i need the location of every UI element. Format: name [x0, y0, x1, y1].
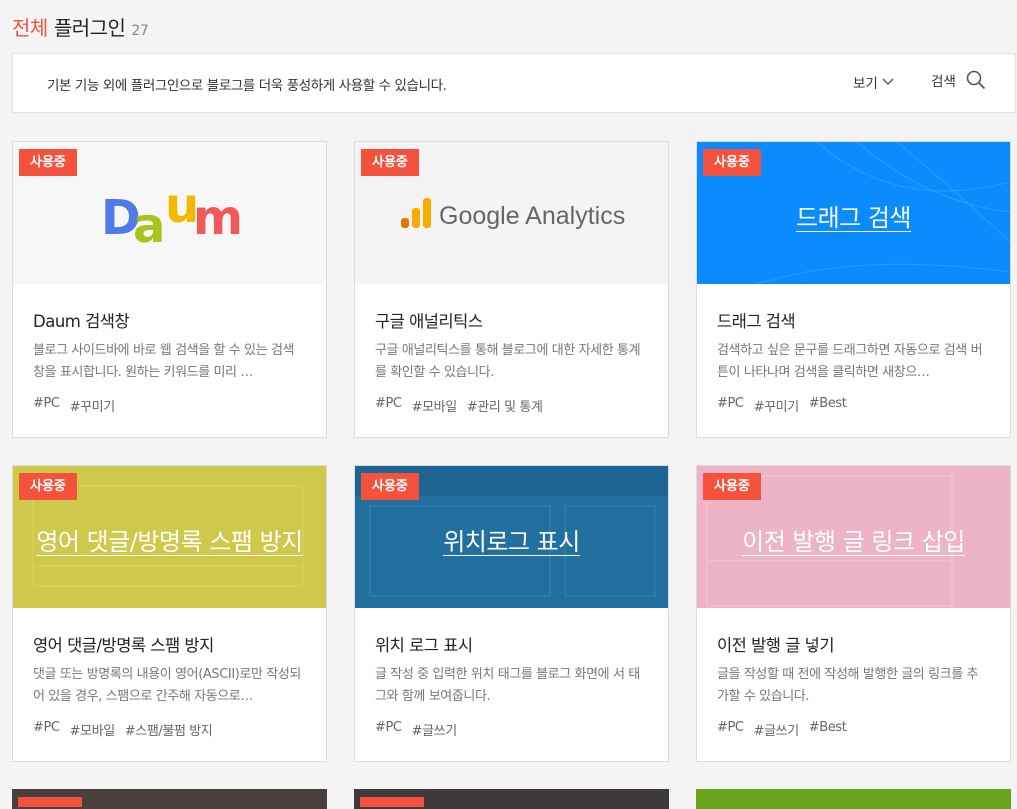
search-button[interactable]: 검색	[931, 70, 986, 90]
chevron-down-icon	[882, 78, 894, 85]
plugin-count: 27	[131, 23, 149, 39]
plugin-name: 위치 로그 표시	[375, 636, 473, 655]
plugin-card-google-analytics[interactable]: Google Analytics 사용중 구글 애널리틱스 구글 애널리틱스를 …	[354, 141, 669, 438]
plugin-summary: 검색하고 싶은 문구를 드래그하면 자동으로 검색 버튼이 나타나며 검색을 클…	[717, 343, 983, 380]
tag[interactable]: #스팸/불펌 방지	[125, 720, 213, 739]
thumbnail-title: 드래그 검색	[795, 204, 912, 232]
plugin-name: 구글 애널리틱스	[375, 312, 483, 331]
section-title: 플러그인	[53, 16, 126, 40]
in-use-badge: 사용중	[19, 473, 77, 500]
toolbar-description: 기본 기능 외에 플러그인으로 블로그를 더욱 풍성하게 사용할 수 있습니다.	[47, 78, 447, 94]
tag[interactable]: #PC	[717, 720, 744, 739]
in-use-badge: 사용중	[361, 149, 419, 176]
plugin-summary: 글을 작성할 때 전에 작성해 발행한 글의 링크를 추가할 수 있습니다.	[717, 667, 979, 704]
thumbnail-title: 위치로그 표시	[443, 528, 580, 556]
svg-text:a: a	[133, 198, 165, 254]
thumbnail-title: 이전 발행 글 링크 삽입	[742, 528, 965, 556]
in-use-badge	[18, 797, 82, 807]
plugin-summary: 구글 애널리틱스를 통해 블로그에 대한 자세한 통계를 확인할 수 있습니다.	[375, 343, 641, 380]
tag[interactable]: #Best	[809, 396, 847, 415]
plugin-card-partial[interactable]	[354, 789, 669, 809]
tag[interactable]: #글쓰기	[412, 720, 458, 739]
plugin-tags: #PC #꾸미기	[33, 396, 115, 415]
tag[interactable]: #PC	[33, 396, 60, 415]
in-use-badge	[360, 797, 424, 807]
tag[interactable]: #PC	[375, 720, 402, 739]
plugin-summary: 댓글 또는 방명록의 내용이 영어(ASCII)로만 작성되어 있을 경우, 스…	[33, 667, 301, 704]
tag[interactable]: #모바일	[70, 720, 116, 739]
category-label: 전체	[12, 16, 48, 40]
plugin-name: Daum 검색창	[33, 312, 130, 331]
plugin-tags: #PC #꾸미기 #Best	[717, 396, 847, 415]
plugin-name: 영어 댓글/방명록 스팸 방지	[33, 636, 214, 655]
in-use-badge: 사용중	[703, 149, 761, 176]
plugin-name: 이전 발행 글 넣기	[717, 636, 835, 655]
tag[interactable]: #PC	[375, 396, 402, 415]
tag[interactable]: #모바일	[412, 396, 458, 415]
tag[interactable]: #관리 및 통계	[467, 396, 543, 415]
plugin-card-previous-post-link[interactable]: 이전 발행 글 링크 삽입 사용중 이전 발행 글 넣기 글을 작성할 때 전에…	[696, 465, 1011, 762]
svg-text:m: m	[193, 190, 243, 246]
tag[interactable]: #PC	[33, 720, 60, 739]
plugin-card-drag-search[interactable]: 드래그 검색 사용중 드래그 검색 검색하고 싶은 문구를 드래그하면 자동으로…	[696, 141, 1011, 438]
search-icon	[966, 70, 985, 90]
in-use-badge: 사용중	[703, 473, 761, 500]
ga-wordmark: Google Analytics	[439, 202, 625, 230]
plugin-tags: #PC #글쓰기	[375, 720, 457, 739]
plugin-tags: #PC #모바일 #관리 및 통계	[375, 396, 543, 415]
view-dropdown[interactable]: 보기	[853, 72, 894, 92]
plugin-card-location-log[interactable]: 위치로그 표시 사용중 위치 로그 표시 글 작성 중 입력한 위치 태그를 블…	[354, 465, 669, 762]
plugin-tags: #PC #글쓰기 #Best	[717, 720, 847, 739]
tag[interactable]: #꾸미기	[70, 396, 116, 415]
view-label: 보기	[853, 76, 878, 92]
plugin-card-daum-search[interactable]: D a u m 사용중 Daum 검색창 블로그 사이드바에 바로 웹 검색을 …	[12, 141, 327, 438]
tag[interactable]: #Best	[809, 720, 847, 739]
tag[interactable]: #PC	[717, 396, 744, 415]
plugin-tags: #PC #모바일 #스팸/불펌 방지	[33, 720, 213, 739]
in-use-badge: 사용중	[361, 473, 419, 500]
toolbar: 기본 기능 외에 플러그인으로 블로그를 더욱 풍성하게 사용할 수 있습니다.…	[12, 53, 1016, 113]
thumbnail-title: 영어 댓글/방명록 스팸 방지	[36, 528, 303, 556]
plugin-card-partial[interactable]	[696, 789, 1011, 809]
plugin-name: 드래그 검색	[717, 312, 796, 331]
in-use-badge: 사용중	[19, 149, 77, 176]
plugin-summary: 글 작성 중 입력한 위치 태그를 블로그 화면에 서 태그와 함께 보여줍니다…	[375, 667, 640, 704]
plugin-card-partial[interactable]	[12, 789, 327, 809]
page-title: 전체 플러그인 27	[12, 12, 149, 41]
tag[interactable]: #글쓰기	[754, 720, 800, 739]
plugin-card-english-spam[interactable]: 영어 댓글/방명록 스팸 방지 사용중 영어 댓글/방명록 스팸 방지 댓글 또…	[12, 465, 327, 762]
tag[interactable]: #꾸미기	[754, 396, 800, 415]
plugin-summary: 블로그 사이드바에 바로 웹 검색을 할 수 있는 검색창을 표시합니다. 원하…	[33, 343, 295, 380]
search-label: 검색	[931, 74, 956, 90]
